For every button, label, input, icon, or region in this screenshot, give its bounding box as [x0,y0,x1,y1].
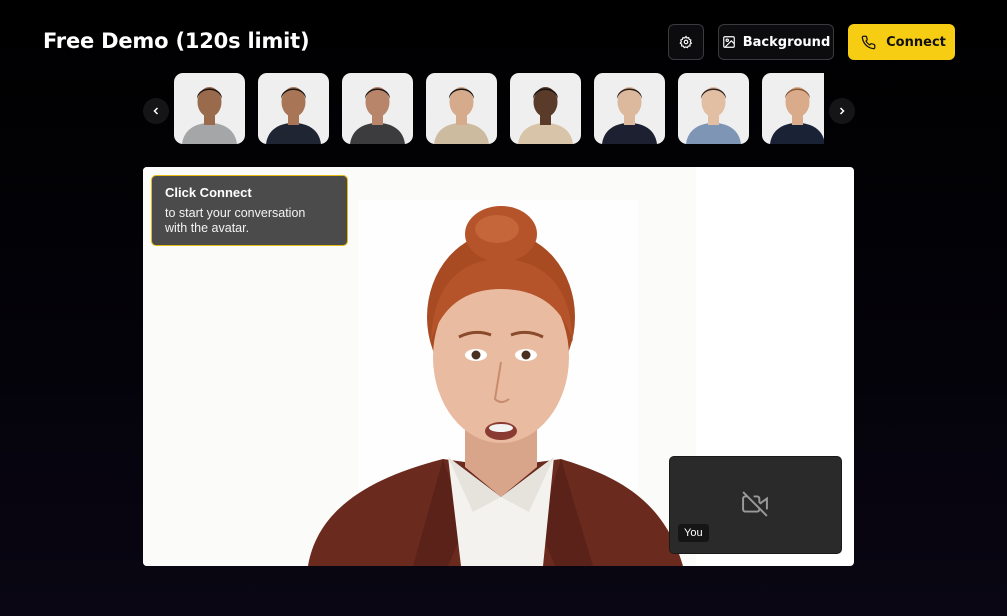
tooltip-body-line1: to start your conversation [165,206,306,220]
tooltip-title: Click Connect [165,185,252,200]
avatar-portrait [350,87,405,144]
avatar-thumbnail[interactable] [258,73,329,144]
avatar-thumbnail[interactable] [342,73,413,144]
gear-icon [679,35,693,49]
chevron-left-icon [153,107,159,115]
avatar-carousel [0,72,1007,146]
avatar-thumbnail[interactable] [174,73,245,144]
connect-button[interactable]: Connect [848,24,955,60]
background-button[interactable]: Background [718,24,834,60]
avatar-thumbnail[interactable] [510,73,581,144]
carousel-next-button[interactable] [829,98,855,124]
avatar-portrait [602,87,657,144]
avatar-thumbnail[interactable] [426,73,497,144]
connect-hint-tooltip: Click Connect to start your conversation… [151,175,348,246]
avatar-thumbnail[interactable] [594,73,665,144]
page-title: Free Demo (120s limit) [43,29,310,53]
self-camera-preview: You [669,456,842,554]
avatar-portrait [518,87,573,144]
tooltip-body-line2: with the avatar. [165,221,250,235]
self-view-label: You [678,524,709,542]
avatar-portrait [686,87,741,144]
image-icon [722,36,735,48]
connect-button-label: Connect [886,34,946,50]
background-button-label: Background [742,34,831,50]
avatar-thumbnail-list [174,72,824,146]
avatar-portrait [770,87,824,144]
phone-icon [861,35,876,49]
chevron-right-icon [839,107,845,115]
camera-off-icon[interactable] [740,491,770,517]
avatar-thumbnail[interactable] [678,73,749,144]
avatar-portrait [434,87,489,144]
settings-button[interactable] [668,24,704,60]
avatar-thumbnail[interactable] [762,73,824,144]
avatar-portrait [266,87,321,144]
carousel-prev-button[interactable] [143,98,169,124]
avatar-portrait [182,87,237,144]
